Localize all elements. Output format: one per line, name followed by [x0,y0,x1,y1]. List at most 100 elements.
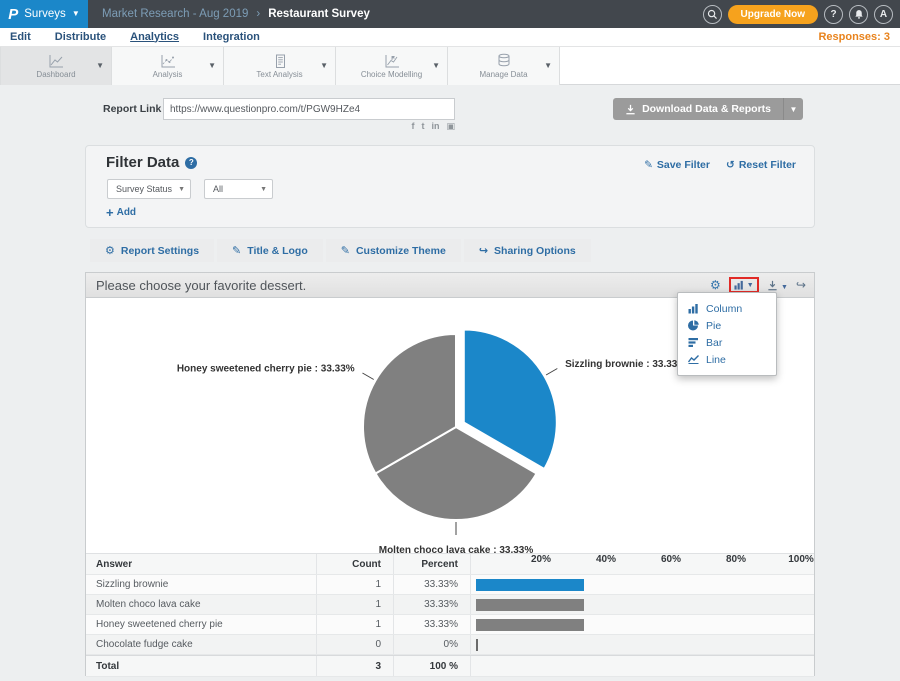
download-icon [625,104,636,115]
chevron-down-icon: ▼ [260,186,267,193]
pie-chart-icon [688,320,699,331]
menu-item-column[interactable]: Column [678,300,776,317]
pie-label-line [362,373,373,380]
chevron-down-icon: ▼ [544,61,552,70]
choice-chart-icon [384,54,400,69]
share-icons-row: f t in ▣ [325,121,455,132]
percent-bar [476,639,478,651]
search-button[interactable] [703,5,722,24]
share-icon: ↪ [479,244,488,257]
chevron-down-icon: ▼ [178,186,185,193]
pie-slice-label: Sizzling brownie : 33.33% [565,359,686,370]
tab-sharing-options[interactable]: ↪ Sharing Options [464,239,591,262]
nav-item-edit[interactable]: Edit [10,30,31,45]
topbar-actions: Upgrade Now ? A [703,5,900,24]
download-data-reports: Download Data & Reports ▼ [613,98,803,120]
survey-status-select[interactable]: Survey Status ▼ [107,179,191,199]
percent-bar [476,599,584,611]
filter-help-icon[interactable]: ? [185,157,197,169]
results-table: Answer Count Percent 20% 40% 60% 80% 100… [86,553,814,677]
percent-bar [476,579,584,591]
table-row: Molten choco lava cake 1 33.33% [86,595,814,615]
percent-axis: 20% 40% 60% 80% 100% [471,554,814,574]
edit-icon: ✎ [644,159,653,171]
question-chart-panel: Please choose your favorite dessert. ⚙ ▼… [85,272,815,676]
download-options-caret[interactable]: ▼ [783,98,803,120]
breadcrumb-current: Restaurant Survey [268,8,370,20]
filter-actions: ✎ Save Filter ↺ Reset Filter [644,159,796,171]
answer-header: Answer [86,554,317,574]
save-filter-link[interactable]: ✎ Save Filter [644,159,710,171]
help-button[interactable]: ? [824,5,843,24]
survey-nav: Edit Distribute Analytics Integration Re… [0,28,900,47]
nav-item-distribute[interactable]: Distribute [55,30,106,45]
twitter-icon[interactable]: t [421,121,424,132]
toolbar-item-analysis[interactable]: Analysis ▼ [112,47,224,85]
toolbar-item-dashboard[interactable]: Dashboard ▼ [0,47,112,85]
table-total-row: Total 3 100 % [86,655,814,677]
pie-label-line [546,369,557,376]
report-link-input[interactable] [163,98,455,120]
nav-item-analytics[interactable]: Analytics [130,30,179,45]
plus-icon: + [106,205,114,220]
chevron-down-icon: ▼ [432,61,440,70]
percent-bar [476,619,584,631]
chevron-down-icon: ▼ [320,61,328,70]
chevron-down-icon: ▼ [208,61,216,70]
avatar[interactable]: A [874,5,893,24]
download-data-reports-button[interactable]: Download Data & Reports [613,98,783,120]
table-row: Sizzling brownie 1 33.33% [86,575,814,595]
breadcrumb: Market Research - Aug 2019 › Restaurant … [102,8,370,20]
column-chart-icon [734,280,744,290]
toolbar-item-choice-modelling[interactable]: Choice Modelling ▼ [336,47,448,85]
chart-settings-icon[interactable]: ⚙ [710,279,721,291]
report-tabs: ⚙ Report Settings ✎ Title & Logo ✎ Custo… [90,239,591,262]
gears-icon: ⚙ [105,244,115,257]
bar-chart-icon [688,337,699,348]
breadcrumb-parent[interactable]: Market Research - Aug 2019 [102,8,248,20]
axis-tick: 80% [726,554,746,565]
breadcrumb-separator-icon: › [256,8,260,20]
reset-icon: ↺ [726,159,735,171]
embed-icon[interactable]: ▣ [446,121,455,132]
linkedin-icon[interactable]: in [431,121,439,132]
top-bar: P Surveys ▼ Market Research - Aug 2019 ›… [0,0,900,28]
tab-report-settings[interactable]: ⚙ Report Settings [90,239,214,262]
filter-selects: Survey Status ▼ All ▼ [107,179,273,199]
upgrade-now-button[interactable]: Upgrade Now [728,5,818,24]
question-title: Please choose your favorite dessert. [86,278,306,293]
surveys-menu[interactable]: P Surveys ▼ [0,0,88,28]
pie-slice-label: Molten choco lava cake : 33.33% [379,545,534,553]
chart-download-icon[interactable]: ▼ [767,279,788,291]
tab-customize-theme[interactable]: ✎ Customize Theme [326,239,461,262]
chevron-down-icon: ▼ [72,10,80,18]
percent-header: Percent [394,554,471,574]
nav-item-integration[interactable]: Integration [203,30,260,45]
reset-filter-link[interactable]: ↺ Reset Filter [726,159,796,171]
menu-item-pie[interactable]: Pie [678,317,776,334]
chart-share-icon[interactable]: ↪ [796,279,806,291]
database-icon [496,53,512,69]
add-filter-link[interactable]: + Add [106,205,136,220]
toolbar-item-text-analysis[interactable]: Text Analysis ▼ [224,47,336,85]
questionpro-logo: P [8,6,18,23]
edit-icon: ✎ [341,244,350,257]
axis-tick: 60% [661,554,681,565]
table-row: Honey sweetened cherry pie 1 33.33% [86,615,814,635]
axis-tick: 100% [788,554,814,565]
report-link-label: Report Link [103,103,161,115]
analytics-toolbar: Dashboard ▼ Analysis ▼ Text Analysis ▼ C… [0,47,900,85]
tab-title-logo[interactable]: ✎ Title & Logo [217,239,323,262]
toolbar-item-manage-data[interactable]: Manage Data ▼ [448,47,560,85]
axis-tick: 20% [531,554,551,565]
chevron-down-icon: ▼ [781,284,788,291]
chart-type-button[interactable]: ▼ [729,277,759,293]
questionpro-app: P Surveys ▼ Market Research - Aug 2019 ›… [0,0,900,681]
chart-toolbar: ⚙ ▼ ▼ ↪ [710,277,814,293]
menu-item-bar[interactable]: Bar [678,334,776,351]
notifications-button[interactable] [849,5,868,24]
menu-item-line[interactable]: Line [678,351,776,368]
filter-data-panel: Filter Data ? ✎ Save Filter ↺ Reset Filt… [85,145,815,228]
facebook-icon[interactable]: f [411,121,414,132]
status-value-select[interactable]: All ▼ [204,179,273,199]
